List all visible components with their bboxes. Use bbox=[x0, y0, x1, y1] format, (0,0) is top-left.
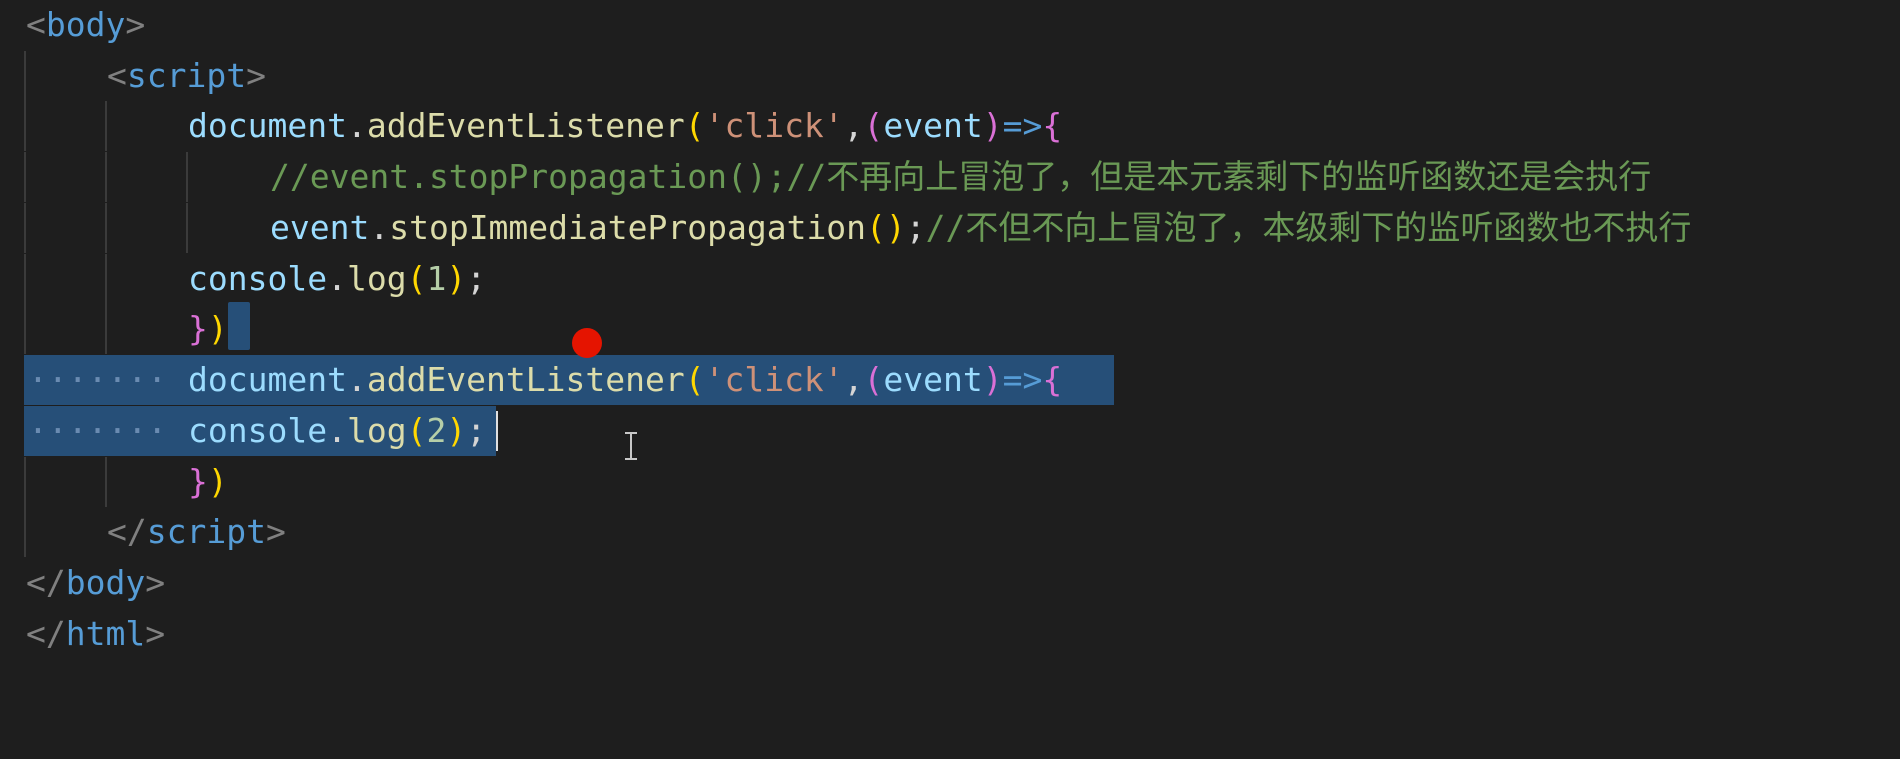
indent-guide bbox=[105, 304, 107, 354]
code-line-5[interactable]: event.stopImmediatePropagation();//不但不向上… bbox=[0, 203, 1900, 253]
code-line-11[interactable]: </script> bbox=[0, 507, 1900, 557]
indent-guide bbox=[105, 101, 107, 151]
code-line-2[interactable]: <script> bbox=[0, 51, 1900, 101]
indent-guide bbox=[24, 507, 26, 557]
code-line-1-text: <body> bbox=[26, 5, 146, 44]
indent-guide bbox=[24, 457, 26, 507]
indent-guide bbox=[186, 152, 188, 202]
text-cursor bbox=[496, 411, 498, 451]
indent-guide bbox=[105, 254, 107, 304]
code-line-6-text: console.log(1); bbox=[188, 259, 487, 298]
code-line-2-text: <script> bbox=[107, 56, 266, 95]
code-line-3-text: document.addEventListener('click',(event… bbox=[188, 106, 1063, 145]
code-line-8[interactable]: ······· document.addEventListener('click… bbox=[0, 355, 1900, 405]
code-editor[interactable]: <body> <script> document.addEventListene… bbox=[0, 0, 1900, 666]
indent-guide bbox=[24, 101, 26, 151]
indent-guide bbox=[24, 203, 26, 253]
whitespace-dots: ······· bbox=[28, 411, 168, 450]
indent-guide bbox=[24, 51, 26, 101]
indent-guide bbox=[24, 152, 26, 202]
indent-guide bbox=[186, 203, 188, 253]
code-line-11-text: </script> bbox=[107, 512, 286, 551]
ibeam-cursor-icon bbox=[624, 432, 638, 460]
code-line-7-text: }) bbox=[188, 309, 228, 348]
code-line-13-text: </html> bbox=[26, 614, 166, 653]
indent-guide bbox=[24, 304, 26, 354]
code-line-1[interactable]: <body> bbox=[0, 0, 1900, 50]
code-line-9-text: console.log(2); bbox=[188, 411, 487, 450]
indent-guide bbox=[105, 152, 107, 202]
code-line-6[interactable]: console.log(1); bbox=[0, 254, 1900, 304]
indent-guide bbox=[105, 203, 107, 253]
code-line-5-text: event.stopImmediatePropagation();//不但不向上… bbox=[270, 208, 1692, 247]
indent-guide bbox=[105, 457, 107, 507]
code-line-9[interactable]: ······· console.log(2); bbox=[0, 406, 1900, 456]
code-line-12[interactable]: </body> bbox=[0, 558, 1900, 608]
pointer-highlight-dot bbox=[572, 328, 602, 358]
code-line-10-text: }) bbox=[188, 462, 228, 501]
code-line-4[interactable]: //event.stopPropagation();//不再向上冒泡了，但是本元… bbox=[0, 152, 1900, 202]
whitespace-dots: ······· bbox=[28, 360, 168, 399]
code-line-13[interactable]: </html> bbox=[0, 609, 1900, 659]
selection-start-highlight bbox=[228, 302, 250, 350]
code-line-8-text: document.addEventListener('click',(event… bbox=[188, 360, 1063, 399]
code-line-10[interactable]: }) bbox=[0, 457, 1900, 507]
indent-guide bbox=[24, 254, 26, 304]
code-line-4-text: //event.stopPropagation();//不再向上冒泡了，但是本元… bbox=[270, 157, 1652, 196]
code-line-7[interactable]: }) bbox=[0, 304, 1900, 354]
code-line-3[interactable]: document.addEventListener('click',(event… bbox=[0, 101, 1900, 151]
code-line-12-text: </body> bbox=[26, 563, 166, 602]
